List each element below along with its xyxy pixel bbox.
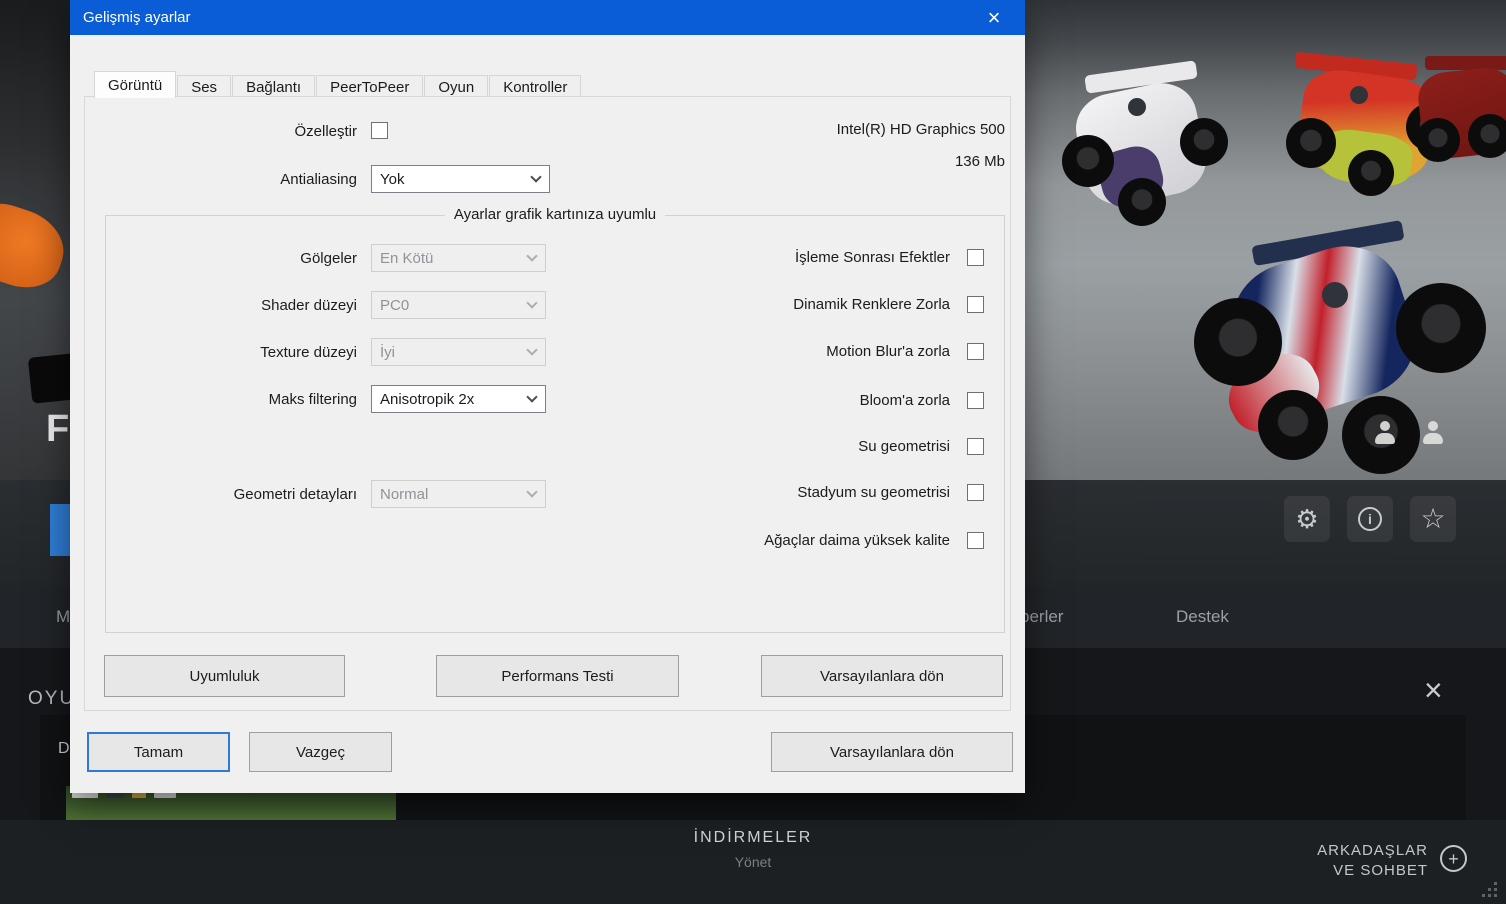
antialiasing-select[interactable]: Yok bbox=[371, 165, 550, 193]
postfx-label: İşleme Sonrası Efektler bbox=[794, 248, 950, 266]
trees-quality-checkbox[interactable] bbox=[967, 531, 984, 549]
panel-label: D bbox=[58, 740, 70, 757]
menu-item-news[interactable]: berler bbox=[1020, 607, 1063, 627]
dialog-titlebar[interactable]: Gelişmiş ayarlar × bbox=[70, 0, 1025, 35]
player-icon bbox=[1372, 420, 1398, 446]
plus-icon: + bbox=[1448, 848, 1459, 869]
motion-blur-checkbox[interactable] bbox=[967, 342, 984, 360]
groupbox-title: Ayarlar grafik kartınıza uyumlu bbox=[444, 206, 666, 223]
bloom-label: Bloom'a zorla bbox=[859, 391, 950, 409]
compatibility-button[interactable]: Uyumluluk bbox=[104, 655, 345, 697]
players-icon bbox=[1420, 420, 1446, 446]
restore-defaults-button[interactable]: Varsayılanlara dön bbox=[761, 655, 1003, 697]
chevron-down-icon bbox=[530, 170, 542, 183]
geometry-label: Geometri detayları bbox=[233, 485, 357, 503]
texture-label: Texture düzeyi bbox=[260, 343, 357, 361]
menu-item-partial[interactable]: M bbox=[56, 607, 70, 627]
stadium-water-label: Stadyum su geometrisi bbox=[797, 483, 950, 501]
favorite-button[interactable]: ☆ bbox=[1410, 496, 1456, 542]
performance-test-button[interactable]: Performans Testi bbox=[436, 655, 679, 697]
friends-line1: ARKADAŞLAR bbox=[1317, 842, 1428, 859]
gpu-name: Intel(R) HD Graphics 500 bbox=[836, 121, 1005, 138]
gpu-memory: 136 Mb bbox=[954, 153, 1005, 170]
tab-kontroller[interactable]: Kontroller bbox=[489, 75, 582, 98]
shader-label: Shader düzeyi bbox=[261, 296, 357, 314]
filtering-label: Maks filtering bbox=[268, 390, 357, 408]
customize-label: Özelleştir bbox=[294, 123, 357, 140]
stadium-water-checkbox[interactable] bbox=[967, 483, 984, 501]
postfx-row: İşleme Sonrası Efektler bbox=[470, 247, 984, 267]
partial-play-button[interactable] bbox=[50, 504, 72, 556]
tab-bar: Görüntü Ses Bağlantı PeerToPeer Oyun Kon… bbox=[94, 71, 582, 98]
geometry-value: Normal bbox=[380, 485, 429, 503]
graphics-groupbox: Ayarlar grafik kartınıza uyumlu bbox=[105, 206, 1005, 633]
shadows-label: Gölgeler bbox=[300, 249, 357, 267]
info-icon: i bbox=[1358, 507, 1382, 531]
bloom-checkbox[interactable] bbox=[967, 391, 984, 409]
section-title: OYU bbox=[28, 688, 76, 709]
water-geometry-checkbox[interactable] bbox=[967, 437, 984, 455]
advanced-settings-dialog: Gelişmiş ayarlar × Görüntü Ses Bağlantı … bbox=[70, 0, 1025, 793]
tab-baglanti[interactable]: Bağlantı bbox=[232, 75, 316, 98]
tab-ses[interactable]: Ses bbox=[177, 75, 232, 98]
friends-line2: VE SOHBET bbox=[1333, 862, 1428, 879]
menu-item-support[interactable]: Destek bbox=[1176, 607, 1229, 627]
water-geometry-row: Su geometrisi bbox=[470, 436, 984, 456]
tab-goruntu[interactable]: Görüntü bbox=[94, 71, 177, 98]
motion-blur-row: Motion Blur'a zorla bbox=[470, 341, 984, 361]
filtering-value: Anisotropik 2x bbox=[380, 390, 475, 408]
antialiasing-value: Yok bbox=[380, 170, 405, 188]
resize-grip[interactable] bbox=[1482, 882, 1498, 898]
downloads-manage-link[interactable]: Yönet bbox=[0, 854, 1506, 870]
ok-button[interactable]: Tamam bbox=[87, 732, 230, 772]
tab-peertopeer[interactable]: PeerToPeer bbox=[316, 75, 424, 98]
friends-label[interactable]: ARKADAŞLAR VE SOHBET bbox=[1317, 841, 1428, 881]
texture-value: İyi bbox=[380, 343, 395, 361]
info-button[interactable]: i bbox=[1347, 496, 1393, 542]
close-icon[interactable]: × bbox=[976, 6, 1012, 29]
antialiasing-label: Antialiasing bbox=[280, 170, 357, 188]
customize-checkbox[interactable] bbox=[371, 122, 388, 139]
add-friend-button[interactable]: + bbox=[1440, 845, 1467, 872]
close-icon[interactable]: × bbox=[1424, 674, 1443, 706]
dynamic-colors-label: Dinamik Renklere Zorla bbox=[793, 295, 950, 313]
cancel-button[interactable]: Vazgeç bbox=[249, 732, 392, 772]
screen: F ⚙ i ☆ M berler Destek OYU × D İNDİRMEL… bbox=[0, 0, 1506, 904]
downloads-title: İNDİRMELER bbox=[693, 829, 813, 846]
star-icon: ☆ bbox=[1420, 503, 1446, 534]
shader-value: PC0 bbox=[380, 296, 410, 314]
tab-oyun[interactable]: Oyun bbox=[424, 75, 489, 98]
water-geometry-label: Su geometrisi bbox=[858, 437, 950, 455]
dialog-title: Gelişmiş ayarlar bbox=[83, 9, 191, 26]
antialiasing-row: Antialiasing Yok bbox=[100, 165, 550, 193]
bloom-row: Bloom'a zorla bbox=[470, 390, 984, 410]
motion-blur-label: Motion Blur'a zorla bbox=[826, 342, 950, 360]
stadium-water-row: Stadyum su geometrisi bbox=[470, 482, 984, 502]
shadows-value: En Kötü bbox=[380, 249, 434, 267]
bottom-bar: İNDİRMELER Yönet ARKADAŞLAR VE SOHBET + bbox=[0, 820, 1506, 904]
dynamic-colors-row: Dinamik Renklere Zorla bbox=[470, 294, 984, 314]
dynamic-colors-checkbox[interactable] bbox=[967, 295, 984, 313]
gear-icon: ⚙ bbox=[1295, 504, 1319, 534]
trees-quality-row: Ağaçlar daima yüksek kalite bbox=[470, 530, 984, 550]
downloads-area[interactable]: İNDİRMELER Yönet bbox=[0, 829, 1506, 870]
background-letter: F bbox=[46, 408, 70, 450]
postfx-checkbox[interactable] bbox=[967, 248, 984, 266]
settings-button[interactable]: ⚙ bbox=[1284, 496, 1330, 542]
trees-quality-label: Ağaçlar daima yüksek kalite bbox=[764, 531, 950, 549]
restore-defaults-bottom-button[interactable]: Varsayılanlara dön bbox=[771, 732, 1013, 772]
